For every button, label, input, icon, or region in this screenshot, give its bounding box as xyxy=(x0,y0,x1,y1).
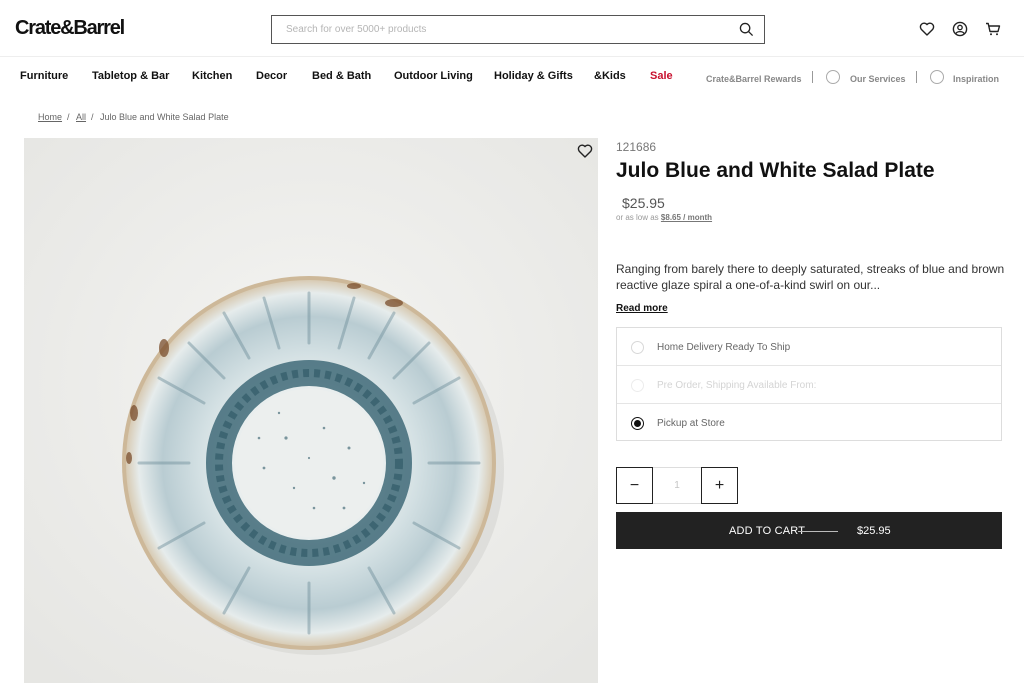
nav-separator xyxy=(812,71,813,83)
read-more-link[interactable]: Read more xyxy=(616,303,668,314)
logo[interactable]: Crate&Barrel xyxy=(15,17,125,40)
search-input[interactable] xyxy=(272,16,764,43)
financing-amount-link[interactable]: $8.65 / month xyxy=(661,213,712,222)
radio-home-delivery[interactable] xyxy=(631,341,644,354)
quantity-decrease-button[interactable]: − xyxy=(616,467,653,504)
nav-inspiration-link[interactable]: Inspiration xyxy=(953,74,999,84)
plate-illustration xyxy=(24,138,598,683)
financing-info: or as low as $8.65 / month xyxy=(616,213,712,222)
product-sku: 121686 xyxy=(616,140,657,154)
quantity-input[interactable]: 1 xyxy=(653,467,701,504)
breadcrumb-home[interactable]: Home xyxy=(38,112,62,122)
account-icon[interactable] xyxy=(952,21,968,37)
product-price: $25.95 xyxy=(622,195,665,211)
nav-rewards-link[interactable]: Crate&Barrel Rewards xyxy=(706,74,802,84)
quantity-increase-button[interactable]: + xyxy=(701,467,738,504)
nav-item-tabletop-bar[interactable]: Tabletop & Bar xyxy=(92,70,169,82)
nav-item-furniture[interactable]: Furniture xyxy=(20,70,68,82)
breadcrumb-separator: / xyxy=(67,112,70,122)
nav-item-sale[interactable]: Sale xyxy=(650,70,673,82)
nav-item-holiday-gifts[interactable]: Holiday & Gifts xyxy=(494,70,573,82)
financing-prefix: or as low as xyxy=(616,213,659,222)
breadcrumb-current: Julo Blue and White Salad Plate xyxy=(100,112,229,122)
add-to-cart-label: ADD TO CART xyxy=(729,525,806,537)
button-divider xyxy=(798,531,838,532)
option-pre-order: Pre Order, Shipping Available From: xyxy=(617,366,1001,404)
option-label: Pickup at Store xyxy=(657,418,725,429)
inspiration-icon xyxy=(930,70,944,84)
breadcrumb-separator: / xyxy=(91,112,94,122)
nav-item-kitchen[interactable]: Kitchen xyxy=(192,70,232,82)
product-description: Ranging from barely there to deeply satu… xyxy=(616,262,1005,292)
cart-icon[interactable] xyxy=(985,21,1001,37)
option-pickup-store[interactable]: Pickup at Store xyxy=(617,404,1001,442)
product-image[interactable] xyxy=(24,138,598,683)
product-title: Julo Blue and White Salad Plate xyxy=(616,159,935,182)
heart-icon[interactable] xyxy=(919,21,935,37)
radio-pickup-store[interactable] xyxy=(631,417,644,430)
services-icon xyxy=(826,70,840,84)
nav-separator xyxy=(916,71,917,83)
radio-pre-order xyxy=(631,379,644,392)
wishlist-heart-icon[interactable] xyxy=(577,143,593,159)
nav-item-outdoor-living[interactable]: Outdoor Living xyxy=(394,70,473,82)
search-icon[interactable] xyxy=(739,22,754,37)
option-home-delivery[interactable]: Home Delivery Ready To Ship xyxy=(617,328,1001,366)
add-to-cart-button[interactable]: ADD TO CART $25.95 xyxy=(616,512,1002,549)
nav-item-decor[interactable]: Decor xyxy=(256,70,287,82)
nav-services-link[interactable]: Our Services xyxy=(850,74,906,84)
nav-item-bed-bath[interactable]: Bed & Bath xyxy=(312,70,371,82)
nav-item-kids[interactable]: &Kids xyxy=(594,70,626,82)
breadcrumb-all[interactable]: All xyxy=(76,112,86,122)
search-bar[interactable] xyxy=(271,15,765,44)
add-to-cart-price: $25.95 xyxy=(857,525,891,537)
fulfillment-options: Home Delivery Ready To Ship Pre Order, S… xyxy=(616,327,1002,441)
option-label: Pre Order, Shipping Available From: xyxy=(657,380,817,391)
header-divider xyxy=(0,56,1024,57)
option-label: Home Delivery Ready To Ship xyxy=(657,342,791,353)
